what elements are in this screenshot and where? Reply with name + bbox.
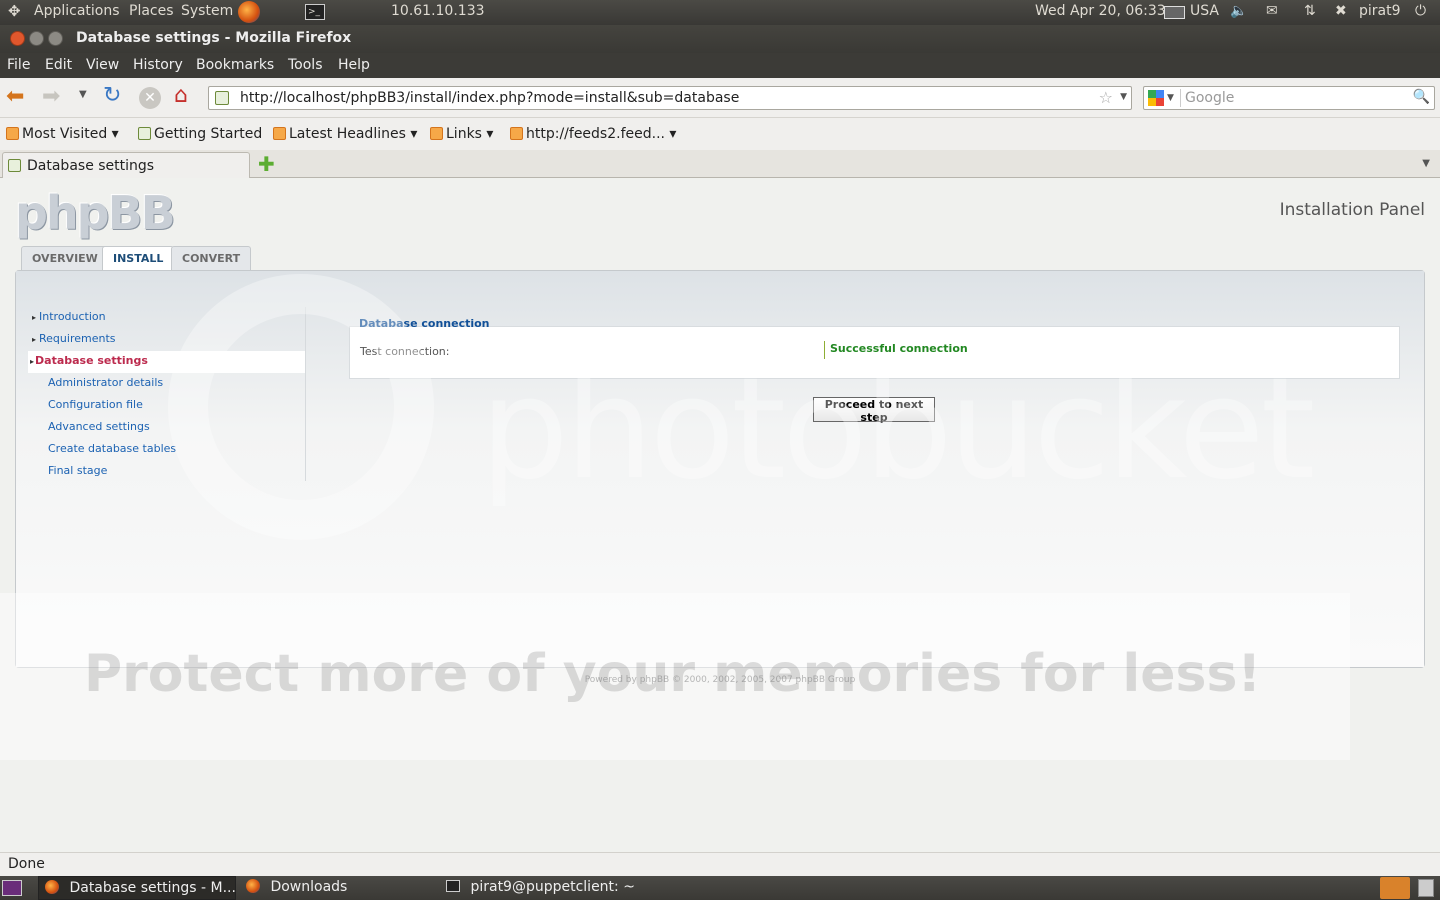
new-tab-icon[interactable]: ✚ bbox=[258, 152, 275, 176]
rss-icon bbox=[273, 127, 286, 140]
network-icon[interactable]: ⇅ bbox=[1304, 3, 1316, 19]
show-desktop-icon[interactable] bbox=[2, 880, 22, 896]
system-menu[interactable]: System bbox=[181, 3, 233, 19]
status-bar: Done bbox=[0, 852, 1440, 876]
menu-bookmarks[interactable]: Bookmarks bbox=[196, 57, 274, 73]
task-firefox[interactable]: Database settings - M... bbox=[38, 876, 236, 900]
installation-panel-title: Installation Panel bbox=[1279, 200, 1425, 220]
page-content: phpBB Installation Panel OVERVIEW INSTAL… bbox=[0, 178, 1440, 852]
back-icon[interactable]: ⬅ bbox=[6, 84, 24, 109]
menu-tools[interactable]: Tools bbox=[288, 57, 323, 73]
close-window-icon[interactable] bbox=[10, 31, 25, 46]
bookmark-most-visited[interactable]: Most Visited ▾ bbox=[6, 126, 119, 142]
keyboard-layout[interactable]: USA bbox=[1190, 3, 1219, 19]
search-engine-dropdown-icon[interactable]: ▼ bbox=[1167, 93, 1174, 103]
menu-history[interactable]: History bbox=[133, 57, 183, 73]
search-box[interactable]: ▼ Google 🔍 bbox=[1143, 86, 1435, 110]
menubar: File Edit View History Bookmarks Tools H… bbox=[0, 53, 1440, 78]
power-icon[interactable]: ⏻ bbox=[1415, 3, 1426, 19]
ubuntu-logo-icon[interactable]: ✥ bbox=[8, 2, 21, 20]
folder-icon bbox=[6, 127, 19, 140]
site-identity-icon[interactable] bbox=[215, 91, 229, 105]
maximize-window-icon[interactable] bbox=[48, 31, 63, 46]
search-input[interactable]: Google bbox=[1185, 90, 1234, 106]
tab-install[interactable]: INSTALL bbox=[102, 246, 175, 272]
menu-edit[interactable]: Edit bbox=[45, 57, 72, 73]
reload-icon[interactable]: ↻ bbox=[103, 83, 121, 108]
firefox-launcher-icon[interactable] bbox=[238, 1, 260, 23]
tab-title: Database settings bbox=[27, 158, 155, 174]
menu-help[interactable]: Help bbox=[338, 57, 370, 73]
task-downloads[interactable]: Downloads bbox=[240, 876, 353, 900]
applications-menu[interactable]: Applications bbox=[34, 3, 120, 19]
phpbb-logo[interactable]: phpBB bbox=[15, 186, 176, 240]
search-icon[interactable]: 🔍 bbox=[1413, 89, 1430, 105]
status-text: Done bbox=[8, 856, 45, 872]
tab-list-dropdown-icon[interactable]: ▼ bbox=[1422, 158, 1430, 169]
user-name[interactable]: pirat9 bbox=[1359, 3, 1401, 19]
firefox-icon bbox=[246, 879, 260, 893]
tab-bar: Database settings ✚ ▼ bbox=[0, 150, 1440, 179]
search-engine-icon[interactable] bbox=[1148, 90, 1164, 106]
window-title: Database settings - Mozilla Firefox bbox=[76, 30, 352, 46]
forward-icon[interactable]: ➡ bbox=[42, 84, 60, 109]
history-dropdown-icon[interactable]: ▼ bbox=[79, 89, 87, 100]
firefox-icon bbox=[45, 880, 59, 894]
tab-database-settings[interactable]: Database settings bbox=[2, 152, 250, 179]
bookmark-latest-headlines[interactable]: Latest Headlines ▾ bbox=[273, 126, 417, 142]
volume-icon[interactable]: 🔈 bbox=[1230, 3, 1247, 19]
menu-file[interactable]: File bbox=[7, 57, 30, 73]
bookmark-links[interactable]: Links ▾ bbox=[430, 126, 493, 142]
bookmarks-toolbar: Most Visited ▾ Getting Started Latest He… bbox=[0, 118, 1440, 150]
bottom-taskbar: Database settings - M... Downloads pirat… bbox=[0, 876, 1440, 900]
places-menu[interactable]: Places bbox=[129, 3, 174, 19]
page-icon bbox=[138, 127, 151, 140]
terminal-launcher-icon[interactable]: >_ bbox=[305, 4, 325, 20]
stop-icon[interactable]: ✕ bbox=[139, 87, 161, 109]
keyboard-icon bbox=[1164, 6, 1185, 19]
bookmark-feeds2[interactable]: http://feeds2.feed... ▾ bbox=[510, 126, 676, 142]
gnome-top-panel: ✥ Applications Places System >_ 10.61.10… bbox=[0, 0, 1440, 25]
home-icon[interactable]: ⌂ bbox=[174, 83, 188, 108]
bookmark-getting-started[interactable]: Getting Started bbox=[138, 126, 262, 142]
ip-address: 10.61.10.133 bbox=[391, 3, 485, 19]
minimize-window-icon[interactable] bbox=[29, 31, 44, 46]
mail-icon[interactable]: ✉ bbox=[1266, 3, 1278, 19]
trash-icon[interactable] bbox=[1418, 879, 1434, 897]
terminal-icon bbox=[446, 880, 460, 892]
watermark-brand: photobucket bbox=[480, 348, 1315, 511]
menu-view[interactable]: View bbox=[86, 57, 119, 73]
tab-convert[interactable]: CONVERT bbox=[171, 246, 252, 271]
watermark-slogan: Protect more of your memories for less! bbox=[84, 644, 1262, 704]
bookmark-star-icon[interactable]: ☆ bbox=[1099, 88, 1113, 107]
watermark-logo-icon bbox=[168, 274, 434, 540]
clock[interactable]: Wed Apr 20, 06:33 bbox=[1035, 3, 1166, 19]
url-dropdown-icon[interactable]: ▼ bbox=[1120, 92, 1127, 102]
page-icon bbox=[8, 159, 21, 172]
user-status-icon[interactable]: ✖ bbox=[1335, 3, 1347, 19]
rss-icon bbox=[510, 127, 523, 140]
window-titlebar: Database settings - Mozilla Firefox bbox=[0, 25, 1440, 53]
tab-overview[interactable]: OVERVIEW bbox=[21, 246, 109, 271]
url-bar[interactable]: http://localhost/phpBB3/install/index.ph… bbox=[208, 86, 1132, 110]
rss-icon bbox=[430, 127, 443, 140]
task-terminal[interactable]: pirat9@puppetclient: ~ bbox=[440, 876, 641, 900]
url-text[interactable]: http://localhost/phpBB3/install/index.ph… bbox=[240, 90, 739, 106]
firefox-workspace-icon[interactable] bbox=[1380, 877, 1410, 899]
